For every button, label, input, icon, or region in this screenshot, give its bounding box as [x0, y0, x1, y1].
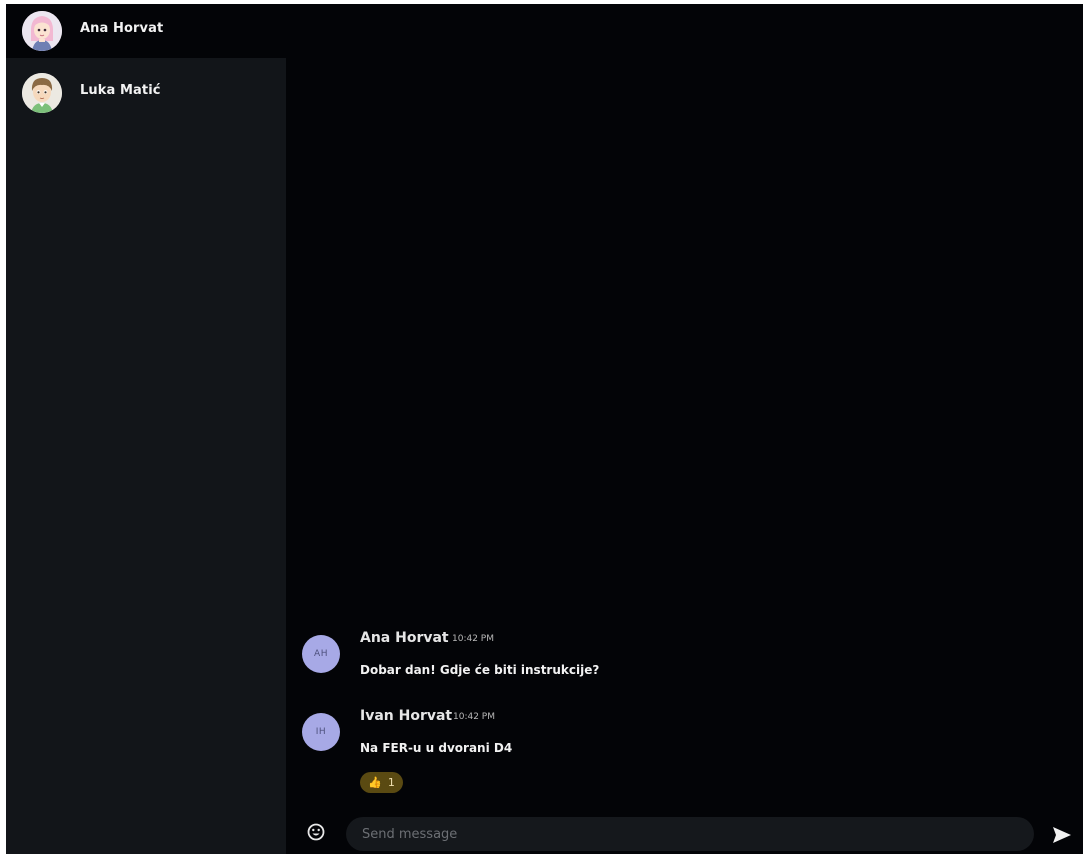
message-time: 10:42 PM — [452, 634, 494, 644]
thumbs-up-reaction[interactable]: 👍 1 — [360, 772, 403, 793]
contact-name: Ana Horvat — [80, 21, 164, 36]
girl-avatar-icon — [22, 11, 62, 51]
message-time: 10:42 PM — [453, 712, 495, 722]
chat-app: Ana Horvat Luka Matić AH Ana Horvat 10:4… — [6, 4, 1083, 854]
thumbs-up-icon: 👍 — [368, 776, 382, 789]
send-icon[interactable] — [1051, 825, 1073, 845]
sender-avatar: AH — [302, 635, 340, 673]
message-text: Dobar dan! Gdje će biti instrukcije? — [360, 663, 600, 677]
contacts-sidebar: Ana Horvat Luka Matić — [6, 4, 286, 854]
smiley-icon[interactable] — [306, 822, 326, 842]
contact-ana-horvat[interactable]: Ana Horvat — [6, 4, 286, 58]
sender-name: Ivan Horvat — [360, 708, 453, 724]
contact-name: Luka Matić — [80, 83, 161, 98]
message-input[interactable] — [346, 817, 1034, 851]
sender-name: Ana Horvat — [360, 630, 449, 646]
contact-luka-matic[interactable]: Luka Matić — [6, 66, 286, 120]
reaction-count: 1 — [387, 776, 395, 789]
boy-avatar-icon — [22, 73, 62, 113]
sender-avatar: IH — [302, 713, 340, 751]
message-text: Na FER-u u dvorani D4 — [360, 741, 513, 755]
message-composer — [286, 816, 1083, 852]
chat-panel: AH Ana Horvat 10:42 PM Dobar dan! Gdje ć… — [286, 4, 1083, 854]
